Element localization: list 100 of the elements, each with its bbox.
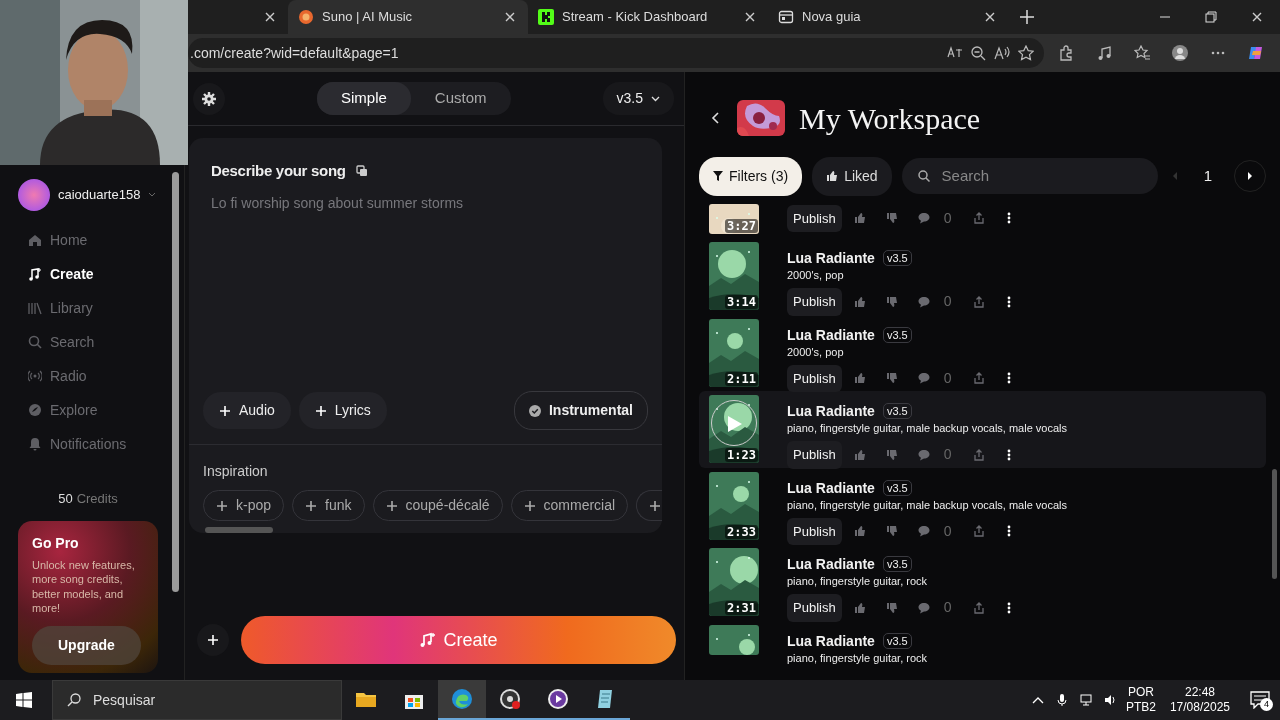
comment-icon — [917, 448, 930, 461]
taskbar-search-input[interactable]: Pesquisar — [91, 688, 327, 712]
clock-time[interactable]: 22:48 — [1184, 685, 1215, 700]
plus-icon — [1020, 10, 1034, 24]
chevron-right-icon — [1247, 172, 1253, 180]
liked-button[interactable]: Liked — [812, 156, 892, 196]
copilot-icon — [1248, 45, 1264, 61]
publish-button[interactable]: Publish — [787, 204, 842, 232]
plus-icon — [523, 499, 536, 512]
network-button[interactable] — [1077, 692, 1094, 708]
comment-count: 0 — [943, 521, 952, 541]
keyboard-layout[interactable]: PTB2 — [1125, 700, 1156, 715]
close-icon — [984, 11, 996, 23]
song-title[interactable]: Lua Radiante — [787, 556, 875, 572]
more-icon — [1007, 601, 1012, 614]
thumbs-up-icon — [853, 525, 866, 538]
upgrade-button[interactable]: Upgrade — [32, 625, 141, 665]
song-description-input[interactable]: Lo fi worship song about summer storms — [211, 192, 640, 391]
duration-label: 3:27 — [725, 219, 758, 233]
publish-button[interactable]: Publish — [787, 288, 842, 316]
search-icon — [28, 335, 42, 349]
clock-date[interactable]: 17/08/2025 — [1169, 700, 1230, 715]
settings-button[interactable] — [193, 82, 225, 115]
music-note-icon — [1096, 45, 1112, 61]
comment-icon — [917, 295, 930, 308]
thumbs-up-icon — [853, 448, 866, 461]
page-number: 1 — [1203, 165, 1212, 186]
prompt-card[interactable]: Describe your song Lo fi worship song about summer storms Audio Lyrics Instrumental Inspiration k-pop funk coupé-décalé commercial — [189, 138, 662, 533]
nav-item[interactable]: Home — [18, 223, 184, 257]
duration-label: 2:33 — [725, 524, 758, 539]
credit-count: 50 — [58, 490, 73, 508]
version-dropdown[interactable]: v3.5 — [602, 82, 674, 115]
scrollbar[interactable] — [205, 527, 273, 533]
mode-tab[interactable]: Custom — [410, 82, 511, 115]
publish-button[interactable]: Publish — [787, 594, 842, 622]
comment-count: 0 — [943, 598, 952, 618]
compass-icon — [28, 403, 42, 417]
song-title[interactable]: Lua Radiante — [787, 326, 875, 343]
username[interactable]: caioduarte158 — [58, 185, 141, 205]
share-icon — [973, 448, 986, 461]
thumbs-down-icon — [885, 372, 898, 385]
song-title[interactable]: Lua Radiante — [787, 403, 875, 419]
version-tag: v3.5 — [882, 326, 912, 343]
add-button[interactable]: Audio — [203, 392, 291, 429]
search-icon — [917, 170, 930, 182]
song-tags: piano, fingerstyle guitar, male backup vocals, male vocals — [787, 497, 1068, 512]
taskbar-search-field[interactable]: Pesquisar — [52, 680, 342, 720]
network-icon — [1079, 694, 1092, 706]
close-icon — [504, 11, 516, 23]
publish-button[interactable]: Publish — [787, 517, 842, 545]
search-field[interactable]: Search — [901, 158, 1158, 194]
play-icon — [546, 687, 570, 711]
instrumental-toggle[interactable]: Instrumental — [514, 391, 648, 430]
comment-count: 0 — [943, 208, 952, 228]
nav-item[interactable]: Library — [18, 291, 184, 325]
comment-count: 0 — [943, 445, 952, 465]
language-indicator[interactable]: POR — [1127, 685, 1154, 700]
add-button[interactable]: Lyrics — [298, 392, 387, 429]
publish-button[interactable]: Publish — [787, 441, 842, 469]
duration-label: 1:23 — [725, 448, 758, 462]
nav-item[interactable]: Explore — [18, 393, 184, 427]
filters-button[interactable]: Filters (3) — [699, 156, 803, 196]
version-tag: v3.5 — [882, 403, 912, 419]
mode-tab[interactable]: Simple — [317, 82, 411, 115]
add-button[interactable] — [197, 624, 229, 656]
credits-label: Credits — [76, 490, 118, 508]
browser-tab[interactable]: Nova guia — [768, 0, 1008, 34]
song-title[interactable]: Lua Radiante — [787, 250, 875, 266]
more-icon — [1007, 295, 1012, 308]
dice-icon — [355, 165, 368, 178]
address-bar[interactable]: .com/create?wid=default&page=1 — [188, 38, 1044, 68]
nav-item[interactable]: Search — [18, 325, 184, 359]
browser-tab[interactable]: Suno | AI Music — [288, 0, 528, 34]
scrollbar[interactable] — [172, 172, 179, 592]
search-input[interactable]: Search — [939, 163, 1142, 189]
nav-item[interactable]: Radio — [18, 359, 184, 393]
browser-swirl-icon — [450, 687, 474, 711]
scrollbar[interactable] — [1272, 469, 1277, 579]
thumbs-up-icon — [826, 170, 839, 182]
star-icon — [1018, 45, 1034, 61]
song-title[interactable]: Lua Radiante — [787, 632, 875, 649]
taskbar-app[interactable] — [438, 680, 486, 720]
radio-icon — [28, 369, 42, 383]
comment-icon — [917, 601, 930, 614]
song-title[interactable]: Lua Radiante — [787, 479, 875, 496]
nav-item[interactable]: Notifications — [18, 427, 184, 461]
browser-tab[interactable]: Stream - Kick Dashboard — [528, 0, 768, 34]
duration-label: 3:14 — [725, 295, 758, 309]
version-tag: v3.5 — [882, 632, 912, 649]
puzzle-icon — [1058, 45, 1074, 61]
microphone-icon — [1055, 694, 1068, 706]
publish-button[interactable]: Publish — [787, 364, 842, 392]
close-icon — [264, 11, 276, 23]
record-icon — [498, 687, 522, 711]
more-icon — [1007, 448, 1012, 461]
song-tags: piano, fingerstyle guitar, male backup vocals, male vocals — [787, 421, 1068, 435]
nav-item[interactable]: Create — [18, 257, 184, 291]
create-button[interactable]: Create — [241, 616, 676, 664]
notification-icon[interactable] — [1250, 691, 1270, 709]
thumbs-down-icon — [885, 601, 898, 614]
